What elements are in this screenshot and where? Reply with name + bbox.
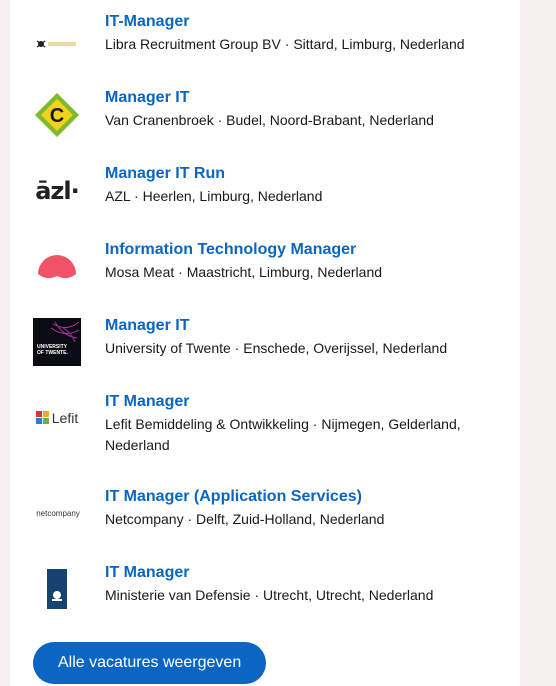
job-meta: Libra Recruitment Group BV · Sittard, Li… xyxy=(105,34,495,55)
job-location: Delft, Zuid-Holland, Nederland xyxy=(196,511,385,527)
meta-separator: · xyxy=(230,340,244,356)
azl-logo[interactable]: āzl· xyxy=(33,167,81,215)
company-name: Van Cranenbroek xyxy=(105,112,214,128)
meta-separator: · xyxy=(174,264,187,280)
company-name: Netcompany xyxy=(105,511,184,527)
lefit-logo-text: Lefit xyxy=(51,410,79,426)
defensie-logo[interactable] xyxy=(33,565,81,613)
job-location: Enschede, Overijssel, Nederland xyxy=(243,340,448,356)
job-meta: AZL · Heerlen, Limburg, Nederland xyxy=(105,186,495,207)
job-location: Sittard, Limburg, Nederland xyxy=(293,36,465,52)
company-name: AZL xyxy=(105,188,131,204)
libra-logo[interactable] xyxy=(33,20,81,68)
jobs-panel: IT-Manager Libra Recruitment Group BV · … xyxy=(10,0,520,686)
defensie-logo-icon xyxy=(47,569,67,609)
job-title-link[interactable]: IT Manager xyxy=(105,392,495,412)
van-cranenbroek-logo-letter: C xyxy=(50,105,64,127)
mosa-meat-logo[interactable] xyxy=(33,242,81,290)
company-name: Libra Recruitment Group BV xyxy=(105,36,281,52)
job-meta: University of Twente · Enschede, Overijs… xyxy=(105,338,495,359)
job-location: Maastricht, Limburg, Nederland xyxy=(186,264,383,280)
job-meta: Ministerie van Defensie · Utrecht, Utrec… xyxy=(105,585,495,606)
job-title-link[interactable]: IT Manager xyxy=(105,563,495,583)
job-title-link[interactable]: IT Manager (Application Services) xyxy=(105,487,495,507)
meta-separator: · xyxy=(308,416,322,432)
company-name: Mosa Meat xyxy=(105,264,175,280)
meta-separator: · xyxy=(130,188,143,204)
job-location: Utrecht, Utrecht, Nederland xyxy=(262,587,434,603)
job-meta: Lefit Bemiddeling & Ontwikkeling · Nijme… xyxy=(105,414,495,456)
show-all-jobs-button[interactable]: Alle vacatures weergeven xyxy=(33,642,267,684)
company-name: Ministerie van Defensie xyxy=(105,587,251,603)
libra-logo-icon xyxy=(36,40,76,48)
job-meta: Mosa Meat · Maastricht, Limburg, Nederla… xyxy=(105,262,495,283)
job-location: Budel, Noord-Brabant, Nederland xyxy=(226,112,434,128)
van-cranenbroek-logo[interactable]: C xyxy=(33,91,81,139)
company-name: Lefit Bemiddeling & Ontwikkeling xyxy=(105,416,309,432)
job-title-link[interactable]: Information Technology Manager xyxy=(105,240,495,260)
job-title-link[interactable]: IT-Manager xyxy=(105,12,495,32)
job-location: Heerlen, Limburg, Nederland xyxy=(142,188,323,204)
university-of-twente-logo-icon xyxy=(50,321,80,343)
mosa-meat-logo-icon xyxy=(38,255,76,279)
van-cranenbroek-logo-icon: C xyxy=(35,93,79,137)
meta-separator: · xyxy=(213,112,227,128)
job-title-link[interactable]: Manager IT xyxy=(105,316,495,336)
netcompany-logo-text: netcompany xyxy=(36,508,80,518)
job-meta: Van Cranenbroek · Budel, Noord-Brabant, … xyxy=(105,110,495,131)
job-title-link[interactable]: Manager IT Run xyxy=(105,164,495,184)
meta-separator: · xyxy=(183,511,197,527)
company-name: University of Twente xyxy=(105,340,231,356)
netcompany-logo[interactable]: netcompany xyxy=(30,489,86,537)
lefit-logo[interactable]: Lefit xyxy=(33,394,81,442)
meta-separator: · xyxy=(250,587,263,603)
job-title-link[interactable]: Manager IT xyxy=(105,88,495,108)
meta-separator: · xyxy=(280,36,294,52)
lefit-logo-icon xyxy=(35,411,49,424)
university-of-twente-logo-text: UNIVERSITY OF TWENTE. xyxy=(37,344,68,356)
university-of-twente-logo[interactable]: UNIVERSITY OF TWENTE. xyxy=(33,318,81,366)
azl-logo-text: āzl· xyxy=(35,177,80,205)
job-meta: Netcompany · Delft, Zuid-Holland, Nederl… xyxy=(105,509,495,530)
